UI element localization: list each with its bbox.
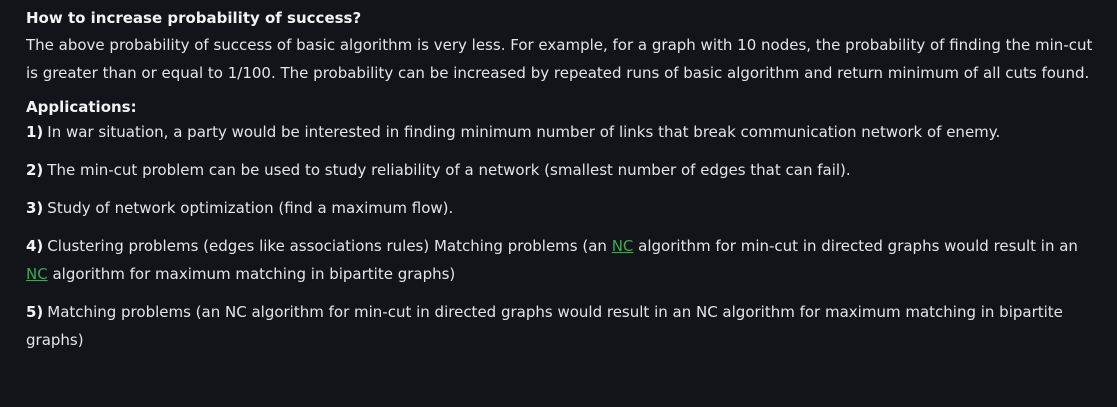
- item-number: 4): [26, 237, 44, 255]
- item-number: 2): [26, 161, 44, 179]
- application-item-2: 2) The min-cut problem can be used to stu…: [26, 156, 1097, 184]
- nc-link[interactable]: NC: [26, 265, 48, 283]
- item-text: In war situation, a party would be inter…: [47, 123, 1001, 141]
- application-item-4: 4) Clustering problems (edges like associ…: [26, 232, 1097, 288]
- applications-heading: Applications:: [26, 98, 137, 116]
- probability-paragraph: The above probability of success of basi…: [26, 36, 1093, 82]
- application-item-3: 3) Study of network optimization (find a …: [26, 194, 1097, 222]
- nc-link[interactable]: NC: [612, 237, 634, 255]
- item-text: The min-cut problem can be used to study…: [47, 161, 851, 179]
- item-text-part: Clustering problems (edges like associat…: [47, 237, 612, 255]
- item-text: Matching problems (an NC algorithm for m…: [26, 303, 1063, 349]
- item-text: Study of network optimization (find a ma…: [47, 199, 454, 217]
- item-number: 1): [26, 123, 44, 141]
- item-number: 5): [26, 303, 44, 321]
- item-text-part: algorithm for min-cut in directed graphs…: [633, 237, 1078, 255]
- article-content: How to increase probability of success? …: [0, 0, 1117, 354]
- section-heading: How to increase probability of success?: [26, 9, 362, 27]
- item-text-part: algorithm for maximum matching in bipart…: [47, 265, 456, 283]
- item-number: 3): [26, 199, 44, 217]
- application-item-1: 1) In war situation, a party would be int…: [26, 118, 1097, 146]
- application-item-5: 5) Matching problems (an NC algorithm for…: [26, 298, 1097, 354]
